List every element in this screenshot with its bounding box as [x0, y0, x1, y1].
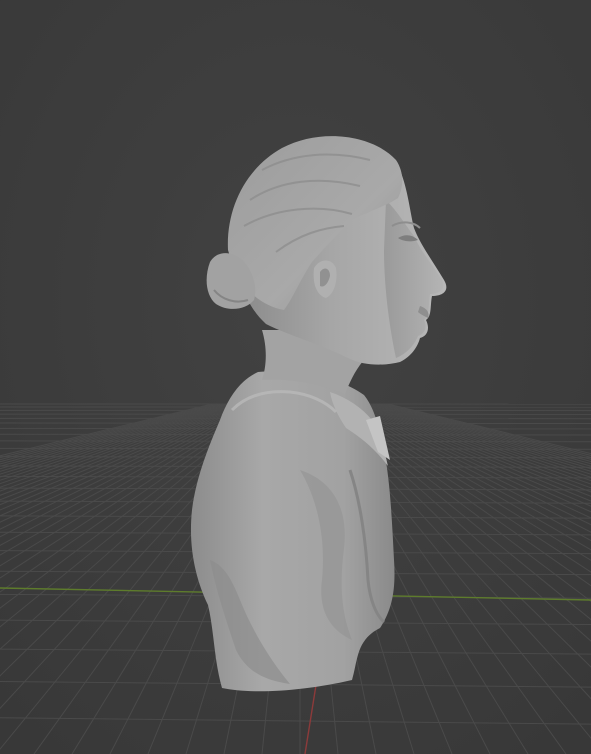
viewport-canvas[interactable]	[0, 0, 591, 754]
3d-viewport[interactable]	[0, 0, 591, 754]
